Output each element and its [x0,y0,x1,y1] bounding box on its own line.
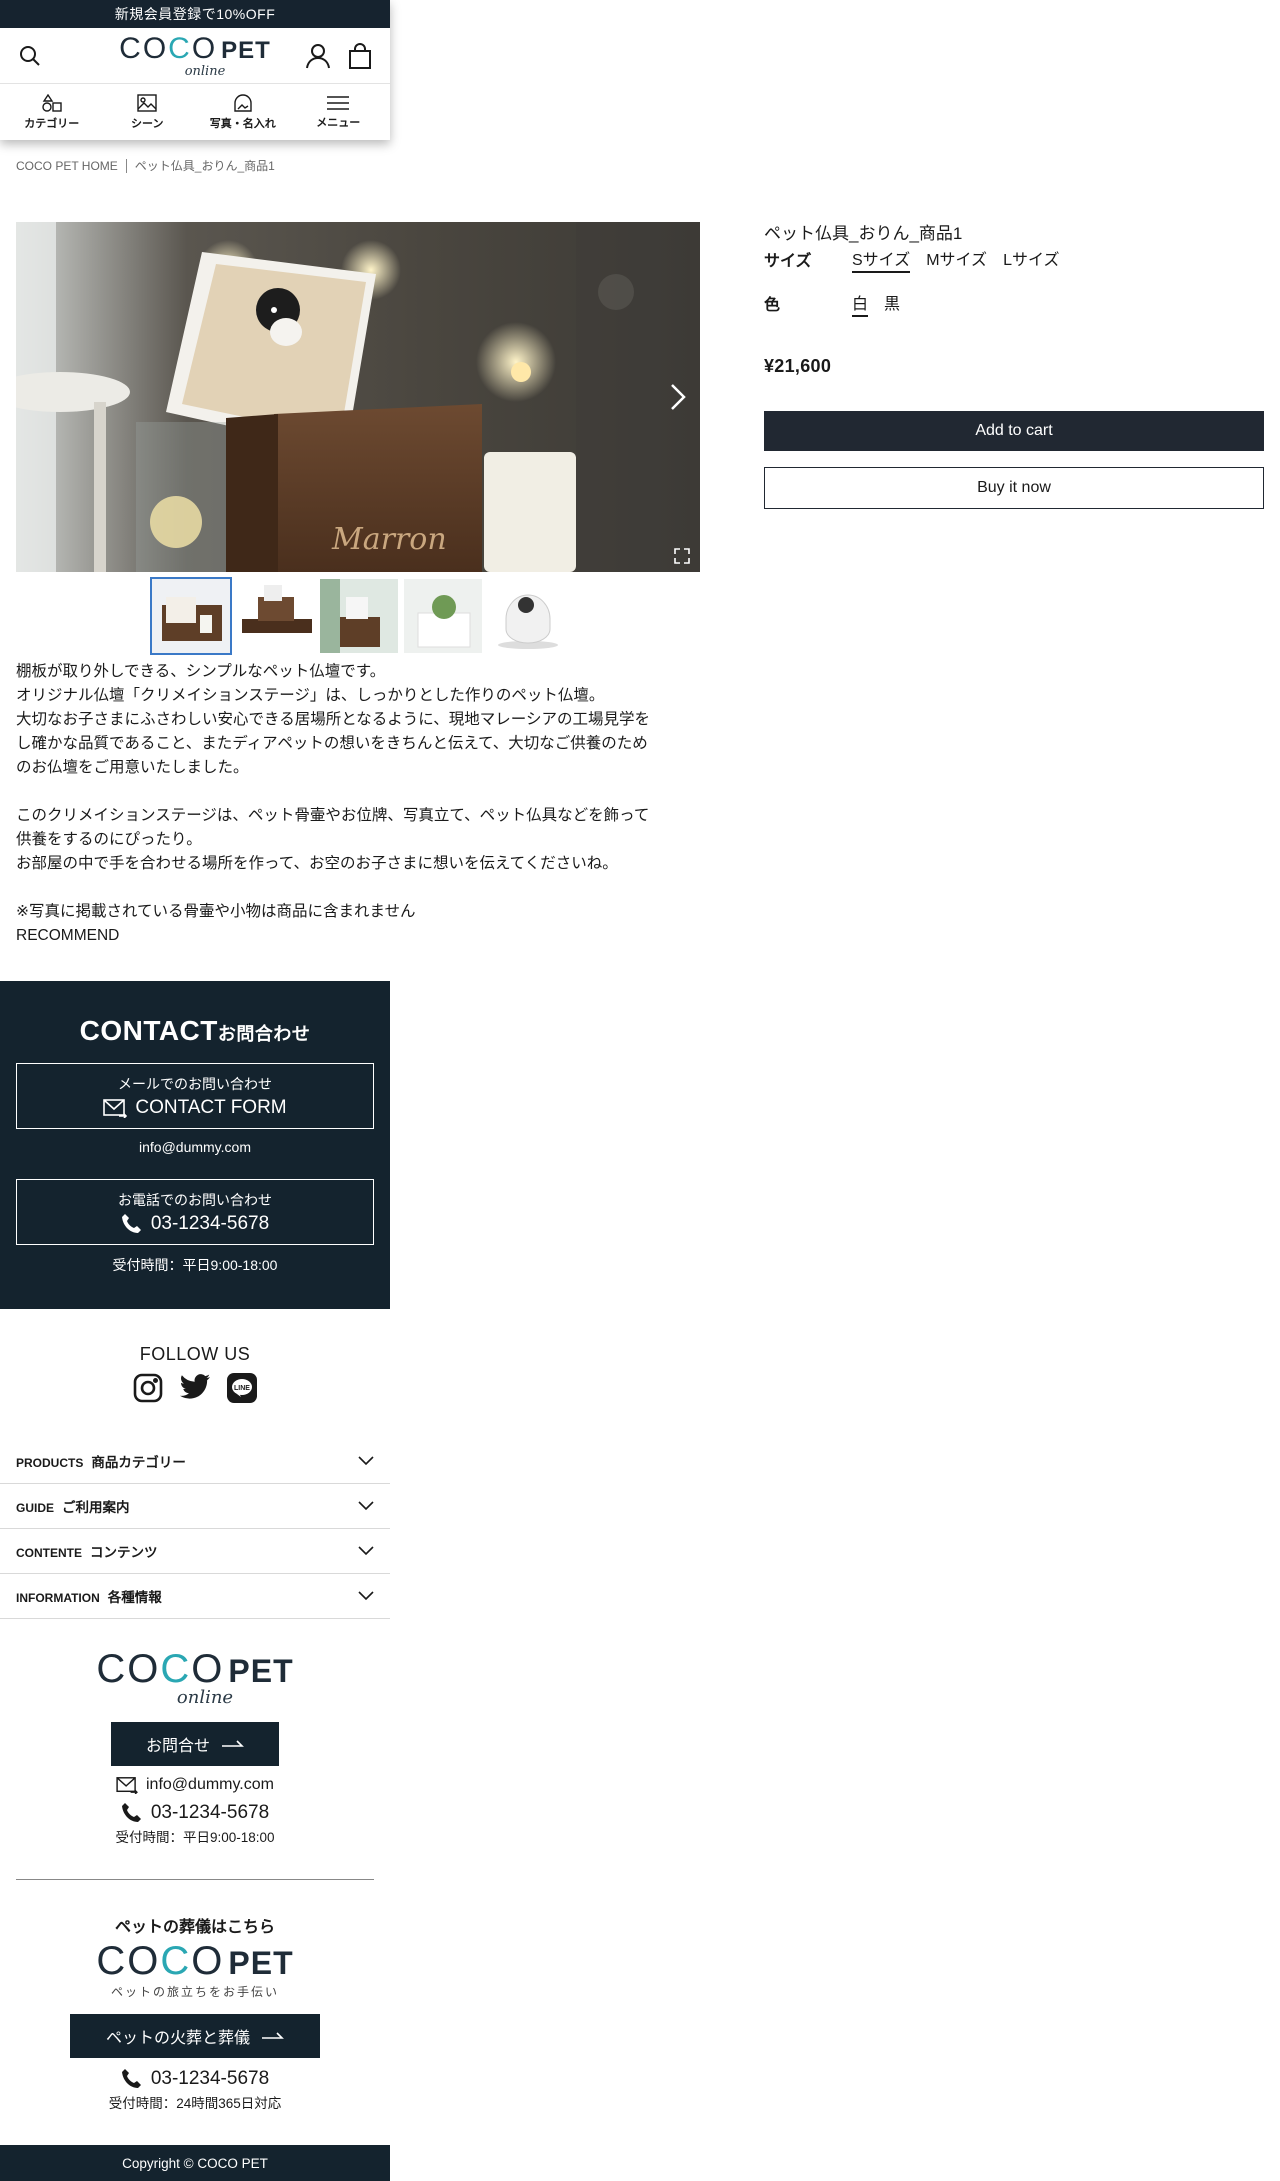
funeral-section: ペットの葬儀はこちら COCO PET ペットの旅立ちをお手伝い ペットの火葬と葬… [0,1913,390,2112]
footer-brand: COCO PET online お問合せ info@dummy.com 03-12… [0,1647,390,1846]
footer-email[interactable]: info@dummy.com [116,1776,274,1794]
thumbnail-1[interactable] [150,577,232,655]
footer-hours: 受付時間：平日9:00-18:00 [115,1830,275,1845]
mail-icon [103,1098,128,1118]
line-icon[interactable]: LINE [227,1373,257,1403]
accordion-guide[interactable]: GUIDE ご利用案内 [0,1484,390,1529]
description-paragraph-2: このクリメイションステージは、ペット骨壷やお位牌、写真立て、ペット仏具などを飾っ… [16,807,650,872]
twitter-icon[interactable] [179,1373,211,1401]
size-option-l[interactable]: Lサイズ [1003,246,1059,273]
chevron-down-icon [358,1456,374,1466]
announcement-bar[interactable]: 新規会員登録で10%OFF [0,0,390,28]
top-bar: COCO PET online [0,28,390,84]
breadcrumb-home-link[interactable]: COCO PET HOME [16,159,118,173]
product-price: ¥21,600 [764,356,832,376]
funeral-logo[interactable]: COCO PET [96,1939,293,1985]
cart-icon[interactable] [344,40,376,72]
product-title: ペット仏具_おりん_商品1 [764,224,963,243]
contact-section: CONTACTお問合わせ メールでのお問い合わせ CONTACT FORM in… [0,981,390,1309]
account-icon[interactable] [302,40,334,72]
search-icon[interactable] [14,40,46,72]
color-option-white[interactable]: 白 [852,290,869,317]
site-logo[interactable]: COCO PET online [119,32,271,79]
contact-heading: CONTACTお問合わせ [79,1015,311,1046]
phone-icon [121,1803,141,1822]
footer-phone[interactable]: 03-1234-5678 [121,1802,269,1824]
menu-icon [327,95,350,110]
footer-accordion: PRODUCTS 商品カテゴリー GUIDE ご利用案内 CONTENTE コンテンツ… [0,1439,390,1619]
accordion-products[interactable]: PRODUCTS 商品カテゴリー [0,1439,390,1484]
chevron-down-icon [358,1591,374,1601]
arrow-right-icon [262,2032,284,2039]
thumbnail-2[interactable] [236,579,314,653]
description-note: ※写真に掲載されている骨壷や小物は商品に含まれません [16,903,416,920]
arrow-right-icon [222,1740,244,1747]
funeral-service-button[interactable]: ペットの火葬と葬儀 [70,2014,320,2058]
thumbnail-4[interactable] [404,579,482,653]
follow-section: FOLLOW US LINE [0,1344,390,1403]
header-actions [302,40,376,72]
expand-image-icon[interactable] [674,548,690,564]
color-selector: 色 白 黒 [764,290,1264,317]
chevron-down-icon [358,1546,374,1556]
copyright-bar: Copyright © COCO PET [0,2145,390,2181]
shapes-icon [42,93,62,112]
thumbnail-5[interactable] [488,579,566,653]
accordion-contents[interactable]: CONTENTE コンテンツ [0,1529,390,1574]
contact-email[interactable]: info@dummy.com [16,1139,374,1155]
nav-item-scene[interactable]: シーン [102,93,192,131]
color-label: 色 [764,297,781,314]
contact-form-button[interactable]: メールでのお問い合わせ CONTACT FORM [16,1063,374,1129]
add-to-cart-button[interactable]: Add to cart [764,411,1264,451]
footer-logo[interactable]: COCO PET online [96,1647,293,1708]
accordion-information[interactable]: INFORMATION 各種情報 [0,1574,390,1619]
site-header: 新規会員登録で10%OFF COCOPET online カテゴリー シーン [0,0,390,140]
thumbnail-strip [150,577,566,655]
color-option-black[interactable]: 黒 [884,290,900,317]
nav-item-menu[interactable]: メニュー [293,95,383,130]
nav-item-photo-name[interactable]: 写真・名入れ [198,93,288,131]
recommend-heading: RECOMMEND [16,927,120,944]
size-option-s[interactable]: Sサイズ [852,246,911,273]
contact-hours: 受付時間：平日9:00-18:00 [112,1257,278,1273]
svg-text:LINE: LINE [234,1385,250,1392]
mail-icon [116,1777,138,1794]
size-option-m[interactable]: Mサイズ [926,246,987,273]
funeral-heading: ペットの葬儀はこちら [114,1919,275,1936]
next-image-arrow-icon[interactable] [668,382,688,412]
instagram-icon[interactable] [133,1373,163,1403]
thumbnail-3[interactable] [320,579,398,653]
scene-icon [137,93,157,112]
breadcrumb-separator [125,158,127,173]
product-description: 棚板が取り外しできる、シンプルなペット仏壇です。 オリジナル仏壇「クリメイション… [16,660,706,948]
description-paragraph-1: 棚板が取り外しできる、シンプルなペット仏壇です。 オリジナル仏壇「クリメイション… [16,663,650,776]
contact-phone-button[interactable]: お電話でのお問い合わせ 03-1234-5678 [16,1179,374,1245]
funeral-phone[interactable]: 03-1234-5678 [121,2068,269,2090]
buy-now-button[interactable]: Buy it now [764,467,1264,509]
breadcrumb-current: ペット仏具_おりん_商品1 [134,159,275,173]
size-selector: サイズ Sサイズ Mサイズ Lサイズ [764,246,1264,273]
social-links: LINE [0,1373,390,1403]
category-nav: カテゴリー シーン 写真・名入れ メニュー [0,84,390,140]
footer-divider [16,1879,374,1880]
breadcrumb: COCO PET HOME ペット仏具_おりん_商品1 [16,157,275,174]
photo-name-icon [234,93,252,112]
chevron-down-icon [358,1501,374,1511]
product-info: ペット仏具_おりん_商品1 サイズ Sサイズ Mサイズ Lサイズ 色 白 黒 ¥… [764,222,1264,509]
follow-heading: FOLLOW US [139,1344,251,1364]
funeral-hours: 受付時間：24時間365日対応 [108,2096,282,2111]
phone-icon [121,1213,141,1233]
size-label: サイズ [764,253,812,270]
footer-inquiry-button[interactable]: お問合せ [111,1722,279,1766]
nav-item-category[interactable]: カテゴリー [7,93,97,131]
funeral-tagline: ペットの旅立ちをお手伝い [110,1985,279,1999]
product-main-image[interactable]: Marron [16,222,700,572]
phone-icon [121,2069,141,2088]
engraving-text: Marron [331,522,447,557]
